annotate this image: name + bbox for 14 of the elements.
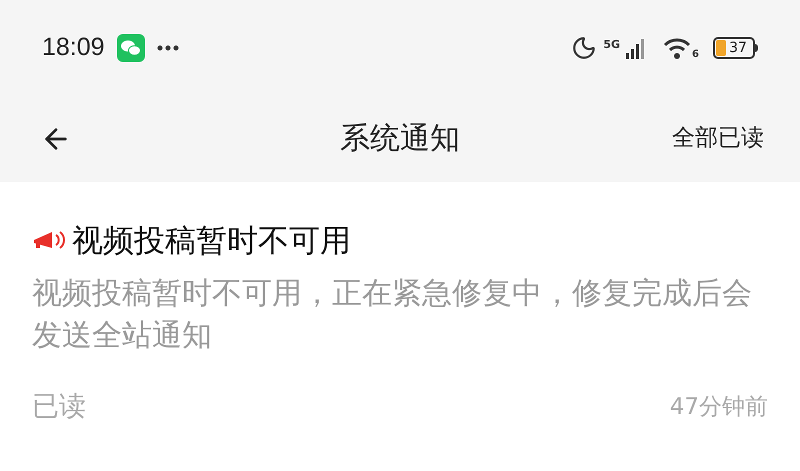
- mark-all-read-button[interactable]: 全部已读: [672, 121, 764, 156]
- network-label: 5G: [603, 36, 620, 52]
- notification-body: 视频投稿暂时不可用，正在紧急修复中，修复完成后会发送全站通知: [32, 274, 753, 354]
- wifi-band-label: 6: [692, 50, 699, 60]
- status-time: 18:09: [42, 32, 105, 63]
- notification-title: 视频投稿暂时不可用: [72, 222, 351, 261]
- more-icon: [156, 44, 179, 50]
- notification-time: 47分钟前: [670, 392, 768, 422]
- read-status: 已读: [32, 390, 86, 424]
- wifi-icon: [662, 36, 692, 60]
- moon-icon: [571, 34, 598, 60]
- battery-icon: 37: [713, 36, 758, 58]
- chat-app-icon: [116, 34, 145, 62]
- page-title: 系统通知: [340, 120, 460, 158]
